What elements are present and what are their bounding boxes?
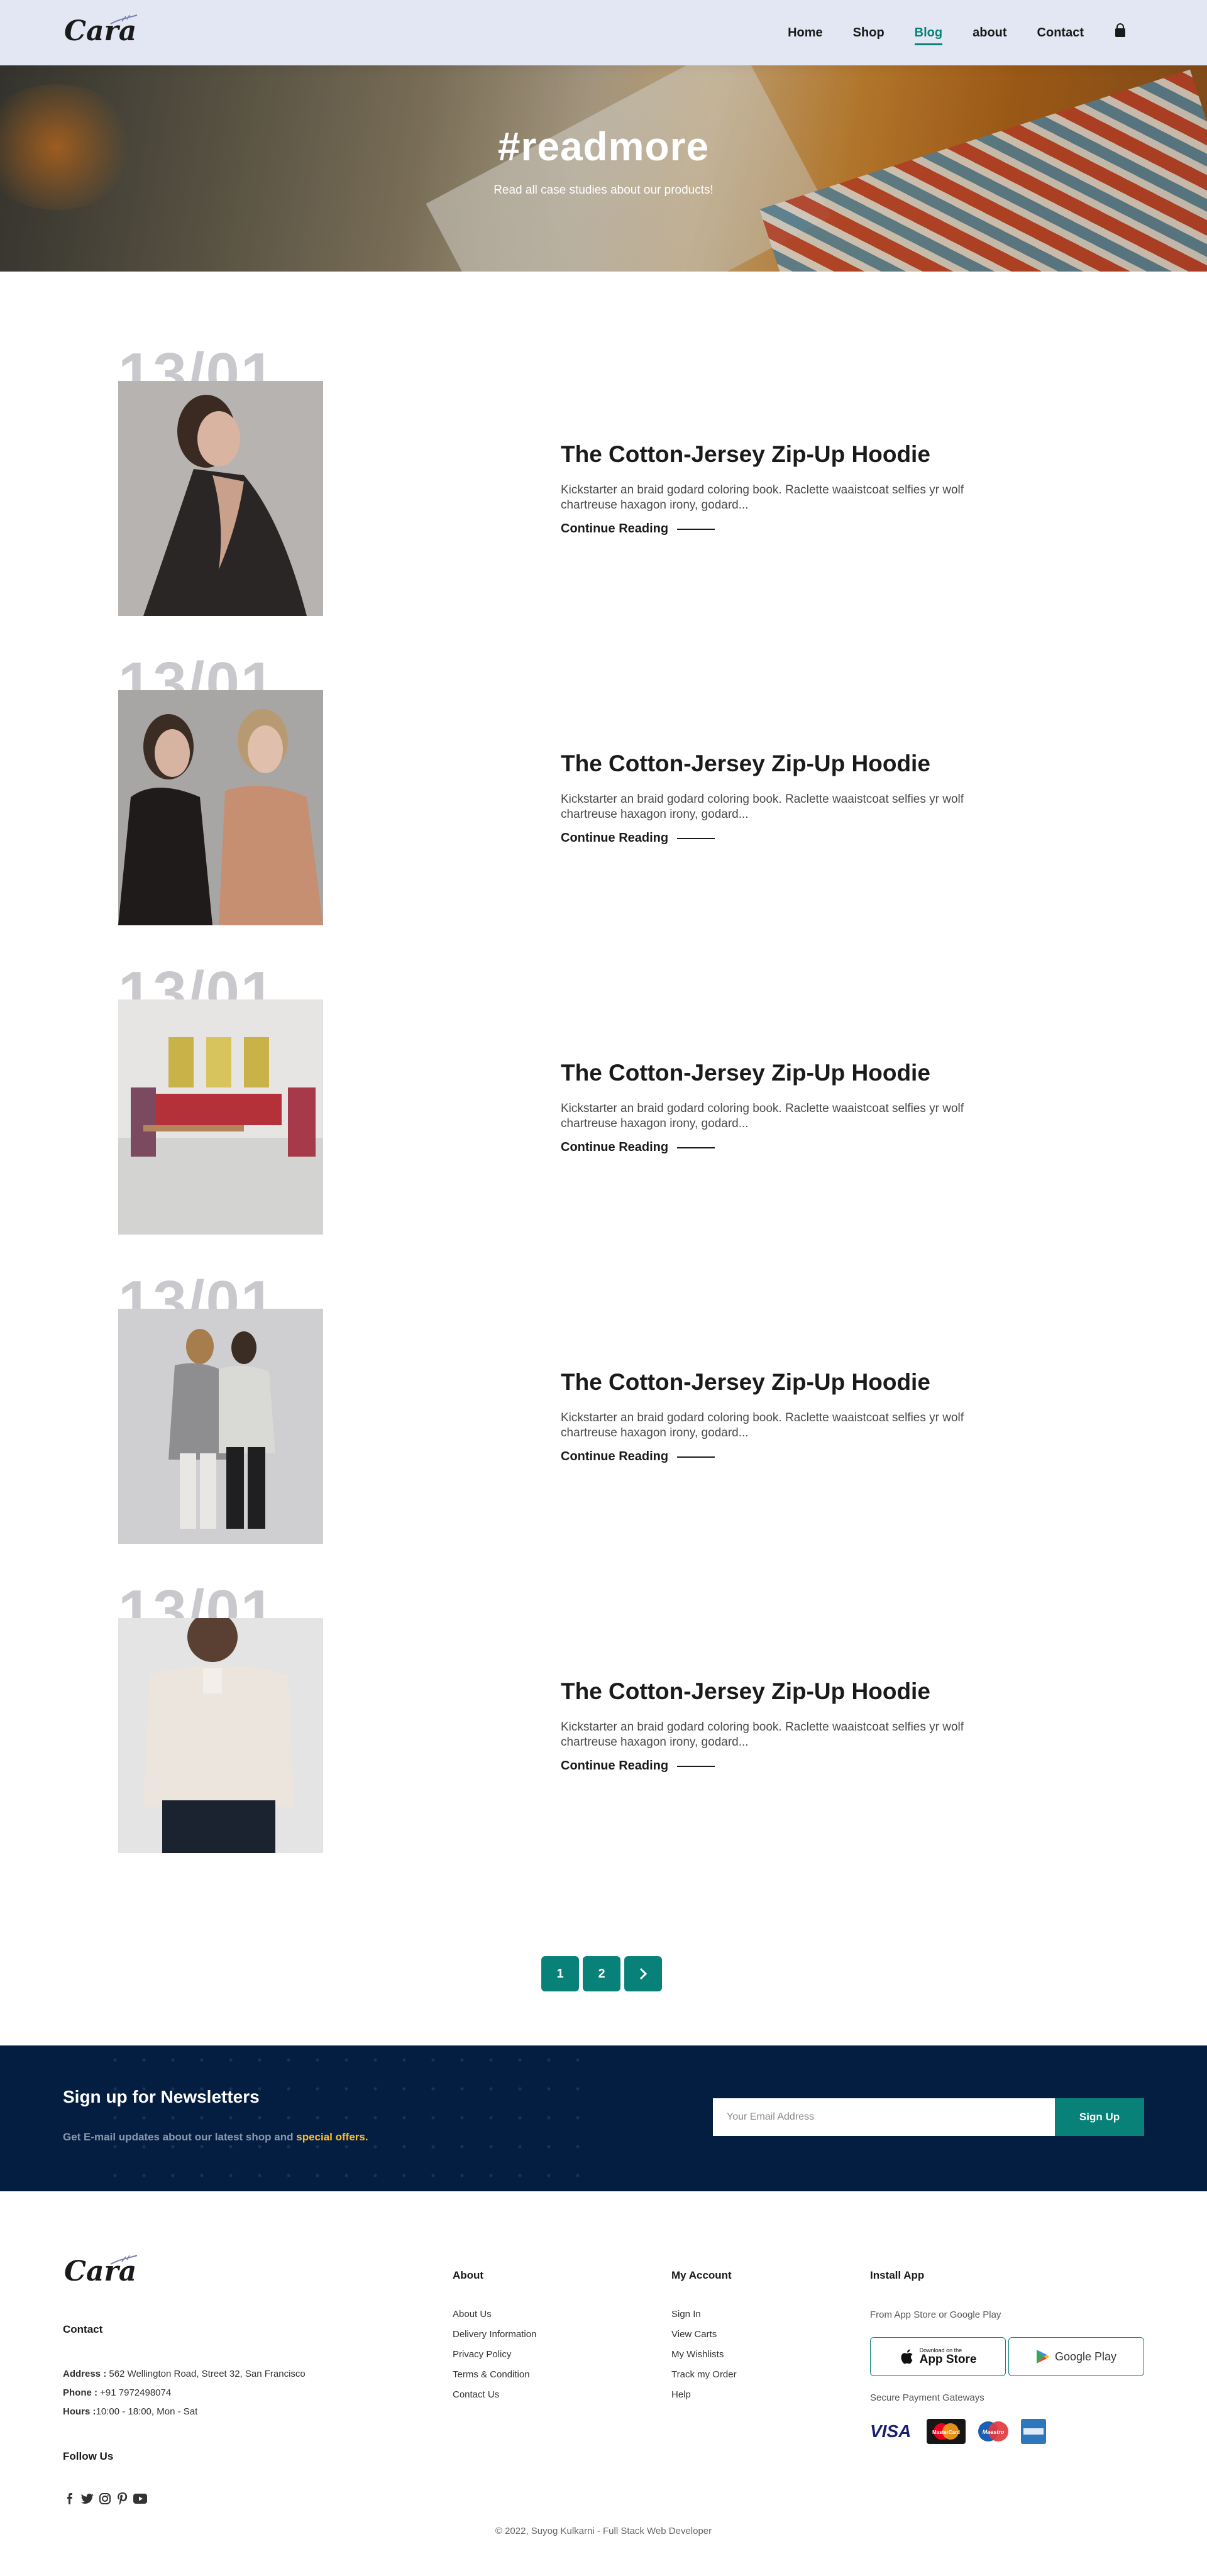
newsletter-title: Sign up for Newsletters [63, 2087, 260, 2106]
social-links [63, 2492, 151, 2506]
post-title[interactable]: The Cotton-Jersey Zip-Up Hoodie [561, 1678, 930, 1705]
page-2-button[interactable]: 2 [583, 1956, 620, 1991]
continue-reading-label: Continue Reading [561, 831, 669, 845]
newsletter-section: Sign up for Newsletters Get E-mail updat… [0, 2045, 1207, 2191]
post-image[interactable] [118, 381, 323, 616]
post-excerpt: Kickstarter an braid godard coloring boo… [561, 483, 964, 512]
footer-link-sign-in[interactable]: Sign In [671, 2304, 737, 2325]
post-title[interactable]: The Cotton-Jersey Zip-Up Hoodie [561, 1060, 930, 1086]
pinterest-icon[interactable] [116, 2492, 130, 2506]
maestro-icon: Maestro [973, 2419, 1013, 2444]
footer-link-delivery[interactable]: Delivery Information [453, 2325, 536, 2345]
svg-text:MasterCard: MasterCard [932, 2430, 960, 2435]
mastercard-icon: MasterCard [927, 2419, 966, 2444]
continue-reading-label: Continue Reading [561, 1450, 669, 1463]
amex-icon [1021, 2419, 1046, 2444]
post-image[interactable] [118, 1618, 323, 1853]
main-nav: Home Shop Blog about Contact [758, 0, 1127, 65]
youtube-icon[interactable] [133, 2492, 147, 2506]
footer-account-links: Sign In View Carts My Wishlists Track my… [671, 2304, 737, 2405]
svg-text:Maestro: Maestro [983, 2429, 1005, 2435]
footer-account-heading: My Account [671, 2269, 732, 2281]
follow-us-heading: Follow Us [63, 2450, 114, 2462]
cara-logo[interactable]: Cara [62, 2252, 143, 2291]
continue-reading-link[interactable]: Continue Reading [561, 522, 715, 536]
continue-reading-link[interactable]: Continue Reading [561, 1450, 715, 1464]
footer-about-heading: About [453, 2269, 484, 2281]
apple-icon [901, 2349, 913, 2364]
post-excerpt: Kickstarter an braid godard coloring boo… [561, 1102, 964, 1130]
sign-up-button[interactable]: Sign Up [1055, 2098, 1144, 2136]
email-input[interactable] [713, 2098, 1055, 2136]
page-1-button[interactable]: 1 [541, 1956, 579, 1991]
footer-contact-heading: Contact [63, 2323, 103, 2335]
nav-home[interactable]: Home [788, 26, 823, 40]
page-hero-banner: #readmore Read all case studies about ou… [0, 65, 1207, 272]
continue-reading-link[interactable]: Continue Reading [561, 1140, 715, 1155]
footer-link-about-us[interactable]: About Us [453, 2304, 536, 2325]
continue-reading-link[interactable]: Continue Reading [561, 1759, 715, 1773]
hero-subtitle: Read all case studies about our products… [493, 184, 714, 197]
logo-text: Cara [64, 15, 136, 47]
google-play-icon [1036, 2350, 1049, 2364]
next-page-button[interactable] [624, 1956, 662, 1991]
footer-link-wishlists[interactable]: My Wishlists [671, 2345, 737, 2365]
nav-blog[interactable]: Blog [914, 26, 943, 45]
post-title[interactable]: The Cotton-Jersey Zip-Up Hoodie [561, 751, 930, 777]
blog-post: 13/01 The Cotton-Jersey Zip-Up Hoodie Ki… [118, 1272, 1036, 1544]
footer-link-help[interactable]: Help [671, 2385, 737, 2405]
facebook-icon[interactable] [63, 2492, 77, 2506]
pagination: 1 2 [541, 1956, 666, 1991]
post-excerpt: Kickstarter an braid godard coloring boo… [561, 1720, 964, 1749]
bag-icon[interactable] [1114, 23, 1127, 38]
post-excerpt: Kickstarter an braid godard coloring boo… [561, 1411, 964, 1439]
continue-reading-label: Continue Reading [561, 522, 669, 536]
nav-contact[interactable]: Contact [1037, 26, 1084, 40]
post-image[interactable] [118, 690, 323, 925]
post-title[interactable]: The Cotton-Jersey Zip-Up Hoodie [561, 1369, 930, 1395]
footer-link-terms[interactable]: Terms & Condition [453, 2365, 536, 2385]
cara-logo[interactable]: Cara [62, 11, 143, 50]
footer-hours: Hours :10:00 - 18:00, Mon - Sat [63, 2406, 198, 2417]
hero-title: #readmore [497, 124, 710, 169]
post-title[interactable]: The Cotton-Jersey Zip-Up Hoodie [561, 441, 930, 468]
visa-icon: VISA [870, 2421, 912, 2441]
blog-post: 13/01 The Cotton-Jersey Zip-Up Hoodie Ki… [118, 654, 1036, 925]
footer-link-view-carts[interactable]: View Carts [671, 2325, 737, 2345]
newsletter-highlight: special offers. [296, 2131, 368, 2143]
continue-reading-label: Continue Reading [561, 1759, 669, 1773]
copyright-text: © 2022, Suyog Kulkarni - Full Stack Web … [495, 2526, 712, 2536]
nav-cart[interactable] [1114, 23, 1127, 42]
install-app-text: From App Store or Google Play [870, 2309, 1001, 2320]
footer-link-privacy[interactable]: Privacy Policy [453, 2345, 536, 2365]
google-play-badge[interactable]: Google Play [1008, 2337, 1144, 2376]
blog-post: 13/01 The Cotton-Jersey Zip-Up Hoodie Ki… [118, 963, 1036, 1235]
footer-about-links: About Us Delivery Information Privacy Po… [453, 2304, 536, 2405]
site-footer: Cara Contact Address : 562 Wellington Ro… [0, 2191, 1207, 2576]
blog-post: 13/01 The Cotton-Jersey Zip-Up Hoodie Ki… [118, 344, 1036, 616]
footer-phone: Phone : +91 7972498074 [63, 2387, 172, 2398]
footer-install-heading: Install App [870, 2269, 925, 2281]
app-store-badge[interactable]: Download on the App Store [870, 2337, 1006, 2376]
continue-reading-label: Continue Reading [561, 1140, 669, 1154]
blog-post: 13/01 The Cotton-Jersey Zip-Up Hoodie Ki… [118, 1582, 1036, 1853]
nav-about[interactable]: about [973, 26, 1006, 40]
nav-shop[interactable]: Shop [853, 26, 885, 40]
continue-reading-link[interactable]: Continue Reading [561, 831, 715, 845]
post-image[interactable] [118, 999, 323, 1235]
newsletter-text: Get E-mail updates about our latest shop… [63, 2131, 368, 2143]
payment-gateways-text: Secure Payment Gateways [870, 2392, 984, 2403]
site-header: Cara Home Shop Blog about Contact [0, 0, 1207, 65]
svg-text:Cara: Cara [64, 2255, 136, 2287]
post-excerpt: Kickstarter an braid godard coloring boo… [561, 793, 964, 821]
twitter-icon[interactable] [80, 2492, 94, 2506]
footer-link-track-order[interactable]: Track my Order [671, 2365, 737, 2385]
footer-link-contact-us[interactable]: Contact Us [453, 2385, 536, 2405]
chevron-right-icon [639, 1968, 648, 1980]
post-image[interactable] [118, 1309, 323, 1544]
instagram-icon[interactable] [98, 2492, 112, 2506]
footer-address: Address : 562 Wellington Road, Street 32… [63, 2369, 306, 2379]
